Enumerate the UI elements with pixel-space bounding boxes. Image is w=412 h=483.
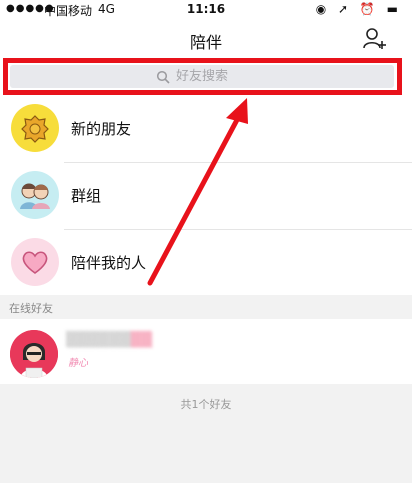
friend-list-footer: 共1个好友 [0,384,412,483]
page-title: 陪伴 [189,33,222,52]
nav-bar: 陪伴 [0,20,412,58]
friend-count: 共1个好友 [180,398,232,411]
menu-item-label: 群组 [71,187,102,205]
heart-icon [11,238,59,286]
avatar [10,330,58,378]
friend-status: 静心 [68,358,88,369]
add-friend-button[interactable] [362,26,388,52]
menu-item-new-friends[interactable]: 新的朋友 [0,96,412,162]
menu-item-label: 新的朋友 [71,120,132,138]
menu-item-companions[interactable]: 陪伴我的人 [0,230,412,296]
menu-item-label: 陪伴我的人 [71,254,147,272]
friend-name: ▒▒▒▒▒▒▒▒ [66,332,153,348]
menu-item-groups[interactable]: 群组 [0,163,412,229]
status-bar: ●●●●● 中国移动 4G 11:16 ◉ ➚ ⏰ ▬ [0,0,412,20]
add-person-icon [363,28,386,49]
status-icons: ◉ ➚ ⏰ ▬ [315,2,402,16]
group-icon [11,171,59,219]
new-friend-icon [11,104,59,152]
section-title: 在线好友 [9,302,53,315]
friend-list-item[interactable]: ▒▒▒▒▒▒▒▒ 静心 [0,320,412,384]
online-friends-header: 在线好友 [0,295,412,319]
annotation-highlight-box [3,58,402,95]
